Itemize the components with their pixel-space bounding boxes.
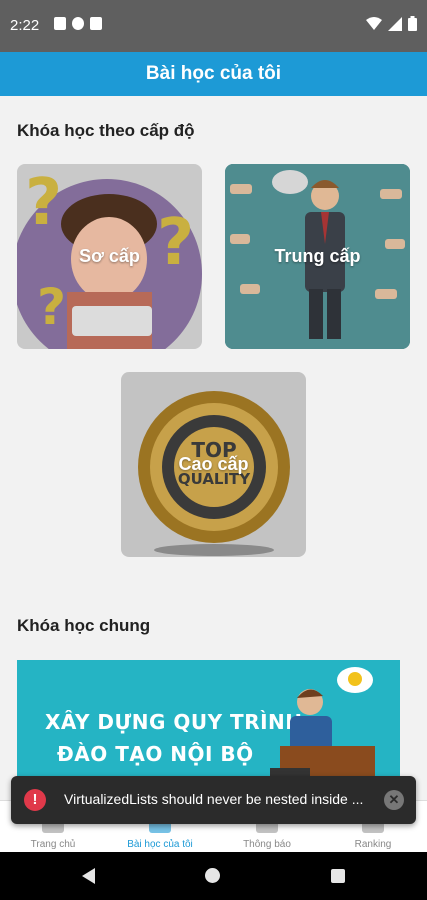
levels-section-title: Khóa học theo cấp độ	[17, 121, 195, 140]
course-card-label: Cao cấp	[178, 454, 249, 474]
app-bar: Bài học của tôi	[0, 52, 427, 96]
signal-icon	[388, 16, 402, 31]
system-status-icons	[366, 16, 417, 31]
error-toast[interactable]: ! VirtualizedLists should never be neste…	[11, 776, 416, 824]
p-notification-icon	[72, 17, 84, 30]
wifi-icon	[366, 16, 382, 30]
error-icon: !	[24, 789, 46, 811]
back-icon[interactable]	[82, 868, 95, 884]
system-navigation-bar	[0, 852, 427, 900]
nav-label: Trang chủ	[30, 839, 76, 850]
status-bar: 2:22	[0, 0, 427, 52]
course-card-advanced[interactable]: TOP QUALITY Cao cấp	[121, 372, 306, 557]
close-icon[interactable]: ✕	[384, 790, 404, 810]
nav-label: Bài học của tôi	[127, 839, 193, 850]
sim-card-icon	[90, 17, 102, 30]
page-title: Bài học của tôi	[145, 63, 282, 84]
course-card-label: Trung cấp	[274, 246, 361, 266]
nav-label: Ranking	[354, 839, 392, 850]
a-notification-icon	[54, 17, 66, 30]
nav-label: Thông báo	[243, 839, 291, 850]
course-card-label: Sơ cấp	[79, 246, 140, 266]
course-card-beginner[interactable]: ? ? ? Sơ cấp	[17, 164, 202, 349]
battery-icon	[408, 16, 417, 31]
recent-apps-icon[interactable]	[331, 869, 345, 883]
home-button-icon[interactable]	[205, 868, 220, 883]
notification-icons	[54, 17, 102, 30]
status-time: 2:22	[10, 17, 40, 34]
general-section-title: Khóa học chung	[17, 616, 151, 635]
course-card-intermediate[interactable]: Trung cấp	[225, 164, 410, 349]
toast-message: VirtualizedLists should never be nested …	[64, 791, 364, 807]
